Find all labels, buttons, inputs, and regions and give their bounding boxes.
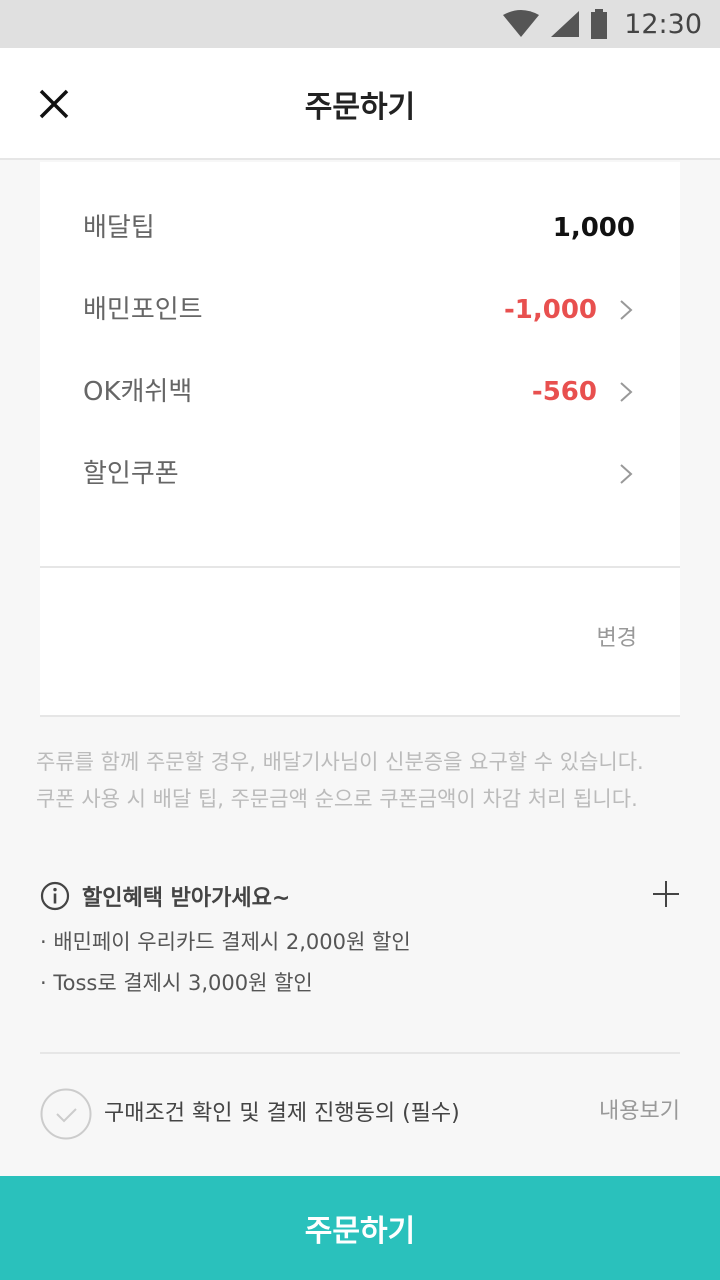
info-icon — [40, 881, 70, 911]
page-title: 주문하기 — [304, 90, 416, 125]
battery-icon — [591, 9, 608, 39]
status-icons: 12:30 — [502, 0, 702, 48]
check-circle-icon — [40, 1088, 92, 1140]
wifi-icon — [503, 10, 540, 37]
notice-line-1: 주류를 함께 주문할 경우, 배달기사님이 신분증을 요구할 수 있습니다. — [36, 750, 644, 774]
plus-icon — [653, 881, 679, 907]
benefit-item: · 배민페이 우리카드 결제시 2,000원 할인 — [40, 930, 411, 954]
benefit-header: 할인혜택 받아가세요~ — [40, 876, 290, 916]
baemin-point-row[interactable]: 배민포인트 -1,000 — [40, 280, 680, 340]
delivery-tip-row: 배달팁 1,000 — [40, 198, 680, 258]
benefit-title: 할인혜택 받아가세요~ — [82, 886, 291, 911]
benefit-list: · 배민페이 우리카드 결제시 2,000원 할인 · Toss로 결제시 3,… — [40, 922, 411, 1004]
ok-cashbag-label: OK캐쉬백 — [83, 377, 193, 407]
chevron-right-icon — [620, 464, 633, 484]
benefit-item: · Toss로 결제시 3,000원 할인 — [40, 971, 313, 995]
section-divider — [40, 1052, 680, 1054]
ok-cashbag-value: -560 — [531, 377, 597, 407]
order-notice: 주류를 함께 주문할 경우, 배달기사님이 신분증을 요구할 수 있습니다. 쿠… — [36, 744, 696, 818]
change-link[interactable]: 변경 — [597, 620, 637, 652]
card-divider — [40, 566, 680, 568]
baemin-point-label: 배민포인트 — [83, 295, 203, 325]
view-terms-link[interactable]: 내용보기 — [599, 1094, 680, 1130]
status-time: 12:30 — [624, 8, 702, 40]
order-button[interactable]: 주문하기 — [0, 1176, 720, 1280]
ok-cashbag-row[interactable]: OK캐쉬백 -560 — [40, 362, 680, 422]
agreement-checkbox[interactable] — [40, 1088, 92, 1140]
baemin-point-value: -1,000 — [503, 295, 597, 325]
price-summary-card: 배달팁 1,000 배민포인트 -1,000 OK캐쉬백 -560 할인쿠폰 변… — [40, 162, 680, 717]
app-header: 주문하기 — [0, 48, 720, 160]
status-bar: 12:30 — [0, 0, 720, 48]
expand-benefits-button[interactable] — [652, 880, 680, 908]
coupon-row[interactable]: 할인쿠폰 — [40, 444, 680, 504]
chevron-right-icon — [620, 382, 633, 402]
notice-line-2: 쿠폰 사용 시 배달 팁, 주문금액 순으로 쿠폰금액이 차감 처리 됩니다. — [36, 787, 638, 811]
agreement-text: 구매조건 확인 및 결제 진행동의 (필수) — [104, 1101, 460, 1126]
delivery-tip-value: 1,000 — [552, 213, 635, 243]
cell-signal-icon — [551, 11, 580, 37]
coupon-label: 할인쿠폰 — [83, 459, 179, 489]
delivery-tip-label: 배달팁 — [83, 213, 155, 243]
chevron-right-icon — [620, 300, 633, 320]
